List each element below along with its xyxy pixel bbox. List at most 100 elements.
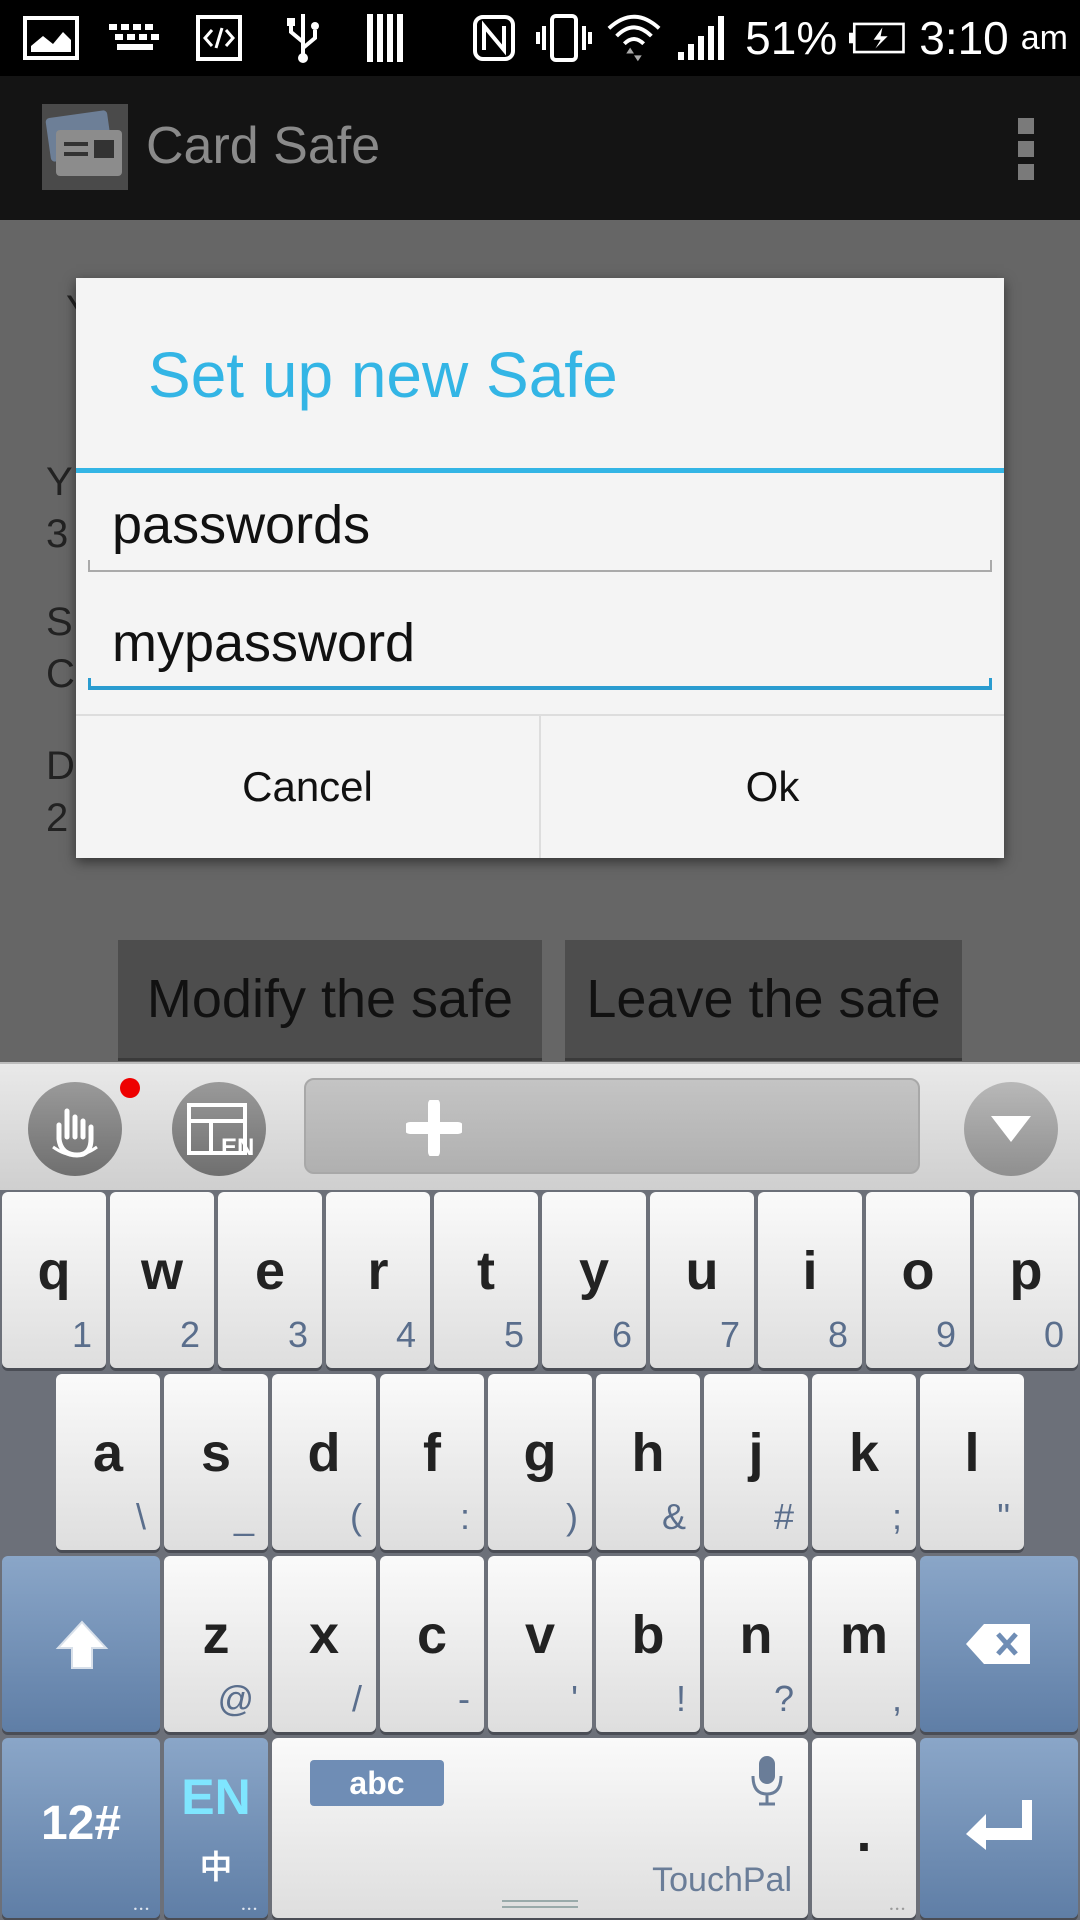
action-bar: Card Safe (0, 76, 1080, 220)
cancel-button[interactable]: Cancel (76, 716, 539, 858)
key-label: j (748, 1423, 764, 1483)
key-label: o (901, 1241, 935, 1301)
key-p[interactable]: p0 (974, 1192, 1078, 1368)
key-secondary-label: 4 (395, 1314, 416, 1355)
key-label: . (856, 1803, 872, 1863)
key-s[interactable]: s _ (164, 1374, 268, 1550)
dialog-title: Set up new Safe (148, 339, 618, 411)
signal-icon (675, 14, 733, 62)
key-k[interactable]: k; (812, 1374, 916, 1550)
key-w[interactable]: w2 (110, 1192, 214, 1368)
space-key[interactable]: abc TouchPal (272, 1738, 808, 1918)
key-c[interactable]: c- (380, 1556, 484, 1732)
key-label: 12# (40, 1797, 122, 1850)
key-i[interactable]: i8 (758, 1192, 862, 1368)
key-label: m (839, 1605, 888, 1665)
key-d[interactable]: d( (272, 1374, 376, 1550)
key-secondary-label: 9 (935, 1314, 956, 1355)
modify-safe-button[interactable]: Modify the safe (118, 940, 542, 1058)
ok-button[interactable]: Ok (539, 716, 1004, 858)
keyboard-quick-input[interactable] (304, 1078, 920, 1174)
bg-text-line: C (46, 652, 75, 696)
key-secondary-label: ( (350, 1496, 362, 1537)
key-m[interactable]: m, (812, 1556, 916, 1732)
key-a[interactable]: a \ (56, 1374, 160, 1550)
touchpal-brand: TouchPal (652, 1861, 792, 1899)
abc-badge: abc (310, 1760, 444, 1806)
battery-percent: 51% (745, 12, 838, 64)
key-label: w (140, 1241, 183, 1301)
key-label: q (37, 1241, 71, 1301)
key-r[interactable]: r4 (326, 1192, 430, 1368)
layout-lang-badge: EN (221, 1134, 254, 1161)
key-u[interactable]: u7 (650, 1192, 754, 1368)
touchpal-gesture-icon[interactable] (28, 1082, 122, 1176)
key-label: t (477, 1241, 495, 1301)
key-secondary-label: # (773, 1496, 794, 1537)
language-key[interactable]: EN 中 ... (164, 1738, 268, 1918)
bg-text-line: 3 (46, 512, 69, 556)
key-label: y (578, 1241, 610, 1301)
key-g[interactable]: g) (488, 1374, 592, 1550)
key-secondary-label: ' (571, 1678, 578, 1719)
key-label: u (685, 1241, 719, 1301)
key-label: c (416, 1605, 448, 1665)
key-j[interactable]: j # (704, 1374, 808, 1550)
key-b[interactable]: b! (596, 1556, 700, 1732)
safe-name-field[interactable]: passwords (88, 484, 992, 572)
key-label: a (92, 1423, 124, 1483)
key-x[interactable]: x / (272, 1556, 376, 1732)
backspace-key[interactable] (920, 1556, 1078, 1732)
status-bar: 51% 3:10 am (0, 0, 1080, 76)
key-secondary-label: ? (773, 1678, 794, 1719)
key-z[interactable]: z @ (164, 1556, 268, 1732)
period-key[interactable]: . ... (812, 1738, 916, 1918)
key-y[interactable]: y6 (542, 1192, 646, 1368)
plus-icon[interactable] (404, 1098, 464, 1158)
key-h[interactable]: h & (596, 1374, 700, 1550)
key-secondary-label: 5 (503, 1314, 524, 1355)
enter-key[interactable] (920, 1738, 1078, 1918)
key-secondary-label: & (661, 1496, 686, 1537)
key-secondary-label: / (351, 1678, 362, 1719)
keyboard-toolbar: EN (0, 1062, 1080, 1190)
key-secondary-label: : (459, 1496, 470, 1537)
key-f[interactable]: f: (380, 1374, 484, 1550)
key-label: i (802, 1241, 818, 1301)
key-more-dots: ... (240, 1891, 258, 1916)
keyboard-icon (106, 14, 164, 62)
key-secondary-label: ! (675, 1678, 686, 1719)
key-more-dots: ... (888, 1891, 906, 1916)
key-label: v (524, 1605, 556, 1665)
key-label: l (964, 1423, 980, 1483)
key-secondary-label: 1 (71, 1314, 92, 1355)
symbols-key[interactable]: 12# ... (2, 1738, 160, 1918)
key-q[interactable]: q1 (2, 1192, 106, 1368)
shift-key[interactable] (2, 1556, 160, 1732)
key-o[interactable]: o9 (866, 1192, 970, 1368)
key-label: g (523, 1423, 557, 1483)
key-v[interactable]: v ' (488, 1556, 592, 1732)
key-e[interactable]: e3 (218, 1192, 322, 1368)
clock-time: 3:10 (919, 12, 1009, 64)
key-n[interactable]: n? (704, 1556, 808, 1732)
password-field[interactable]: mypassword (88, 602, 992, 690)
hide-keyboard-icon[interactable] (964, 1082, 1058, 1176)
wifi-icon (605, 14, 663, 62)
layout-switch-icon[interactable]: EN (172, 1082, 266, 1176)
notification-dot (120, 1078, 140, 1098)
card-safe-app-icon[interactable] (42, 104, 128, 190)
key-label: r (367, 1241, 389, 1301)
battery-charging-icon (849, 14, 907, 62)
key-label: EN (181, 1769, 251, 1825)
password-value: mypassword (112, 613, 416, 673)
key-t[interactable]: t5 (434, 1192, 538, 1368)
key-secondary-label: 6 (611, 1314, 632, 1355)
vibrate-icon (535, 14, 593, 62)
overflow-menu-icon[interactable] (1018, 118, 1034, 180)
key-label: 中 (199, 1849, 232, 1885)
key-secondary-label: 2 (179, 1314, 200, 1355)
leave-safe-button[interactable]: Leave the safe (565, 940, 962, 1058)
key-l[interactable]: l " (920, 1374, 1024, 1550)
bg-text-line: S (46, 600, 73, 644)
